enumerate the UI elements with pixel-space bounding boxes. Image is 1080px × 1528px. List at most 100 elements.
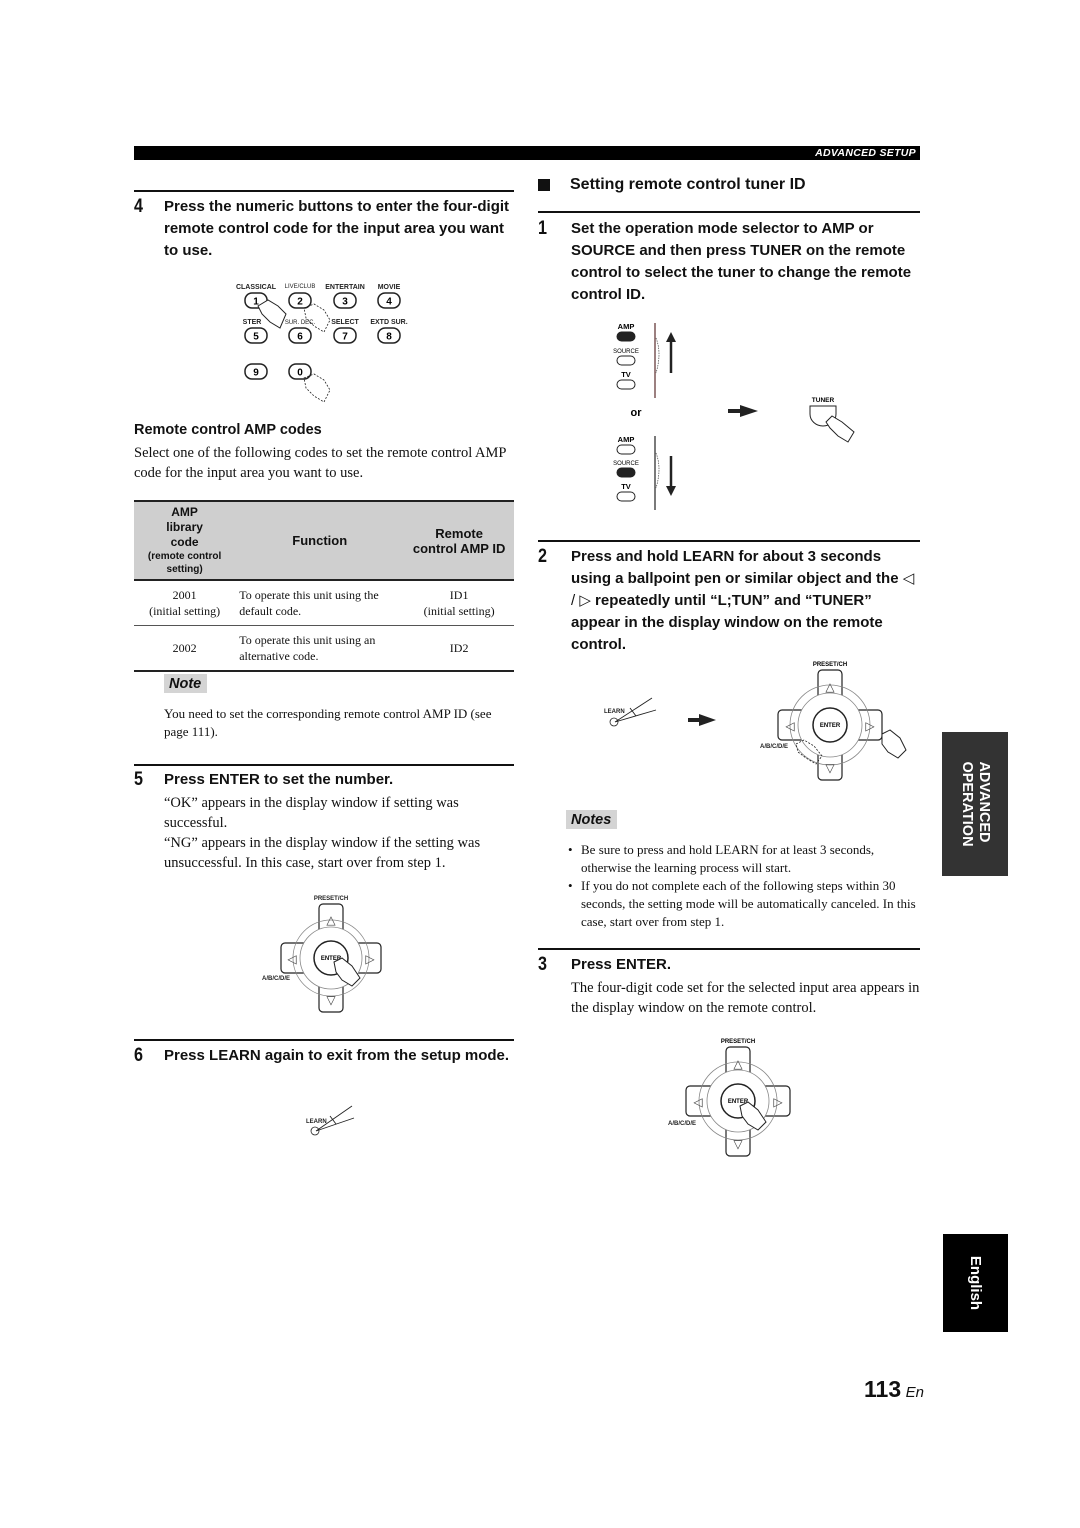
side-tab-advanced-operation-label: ADVANCED OPERATION — [959, 761, 992, 847]
notes-label: Notes — [566, 810, 618, 829]
section-header-bar: ADVANCED SETUP — [134, 146, 920, 160]
arrow-left-icon: ◁ — [693, 1095, 703, 1109]
preset-ch-label: PRESET/CH — [314, 896, 348, 902]
side-tab-advanced-operation[interactable]: ADVANCED OPERATION — [942, 732, 1008, 876]
svg-text:9: 9 — [253, 368, 259, 379]
arrow-right-icon — [728, 405, 758, 417]
page-number-value: 113 — [864, 1376, 902, 1402]
step-number: 5 — [134, 769, 143, 790]
hand-pointer-icon — [825, 415, 855, 443]
keypad-label: EXTD SUR. — [370, 319, 407, 326]
col-header-code-main: AMP library code — [166, 505, 203, 549]
step-text: Press ENTER to set the number. — [164, 771, 394, 788]
step-1: 1 Set the operation mode selector to AMP… — [538, 218, 920, 306]
svg-text:0: 0 — [297, 368, 303, 379]
note-badge: Note — [164, 674, 208, 693]
step-number: 3 — [538, 954, 547, 975]
arrow-right-icon — [688, 714, 716, 726]
arrow-right-icon: ▷ — [773, 1095, 783, 1109]
cell-function: To operate this unit using the default c… — [239, 588, 379, 618]
learn-label: LEARN — [306, 1119, 327, 1125]
page-number: 113 En — [864, 1376, 924, 1403]
enter-label: ENTER — [820, 723, 841, 729]
section-title: Setting remote control tuner ID — [538, 176, 806, 194]
step-4: 4 Press the numeric buttons to enter the… — [134, 196, 514, 262]
svg-text:3: 3 — [342, 297, 348, 308]
tuner-label: TUNER — [812, 397, 835, 404]
learn-then-arrows-diagram: LEARN PRESET/CH ENTER △ ▽ ◁ ▷ A/B/C/D/E — [604, 662, 907, 781]
key-6: 6 — [288, 327, 312, 344]
step-3: 3 Press ENTER. — [538, 954, 920, 976]
step-number: 2 — [538, 546, 547, 567]
note-item: • Be sure to press and hold LEARN for at … — [568, 842, 875, 875]
step-number: 1 — [538, 218, 547, 239]
arrow-up-icon — [666, 332, 676, 373]
divider — [538, 948, 920, 950]
selector-source-active — [616, 467, 636, 478]
selector-label-source: SOURCE — [613, 461, 639, 467]
selector-label-amp: AMP — [618, 322, 635, 331]
keypad-label: ENTERTAIN — [325, 284, 365, 291]
step-text: Press LEARN again to exit from the setup… — [164, 1047, 510, 1064]
step-2: 2 Press and hold LEARN for about 3 secon… — [538, 546, 920, 656]
selector-label-source: SOURCE — [613, 349, 639, 355]
arrow-down-icon: ▽ — [825, 761, 835, 775]
step-5-para-2: “NG” appears in the display window if th… — [164, 835, 481, 871]
step-text: Set the operation mode selector to AMP o… — [571, 220, 912, 303]
svg-text:6: 6 — [297, 332, 303, 343]
cell-id: ID1 (initial setting) — [423, 588, 495, 618]
divider — [134, 190, 514, 192]
divider — [134, 764, 514, 766]
arrow-down-icon: ▽ — [733, 1137, 743, 1151]
enter-pad-diagram: PRESET/CH ENTER △ ▽ ◁ ▷ A/B/C/D/E — [262, 896, 382, 1013]
key-8: 8 — [377, 327, 401, 344]
keypad-label: SELECT — [331, 319, 359, 326]
svg-text:4: 4 — [386, 297, 392, 308]
step-3-para: The four-digit code set for the selected… — [571, 980, 920, 1016]
amp-codes-table: AMP library code (remote control setting… — [134, 500, 514, 672]
svg-text:2: 2 — [297, 297, 303, 308]
learn-label: LEARN — [604, 709, 625, 715]
step-text: Press the numeric buttons to enter the f… — [164, 198, 510, 259]
side-tab-language[interactable]: English — [943, 1234, 1008, 1332]
notes-list: • Be sure to press and hold LEARN for at … — [568, 841, 920, 931]
page-number-suffix: En — [905, 1384, 924, 1401]
arrow-right-icon: ▷ — [365, 952, 375, 966]
col-header-function: Function — [235, 502, 405, 580]
arrow-left-icon: ◁ — [287, 952, 297, 966]
svg-text:7: 7 — [342, 332, 348, 343]
numeric-keypad-diagram: CLASSICAL LIVE/CLUB ENTERTAIN MOVIE STER… — [236, 284, 408, 403]
table-row: 2001 (initial setting) To operate this un… — [134, 580, 514, 626]
cell-function: To operate this unit using an alternativ… — [239, 633, 376, 663]
step-5-para-1: “OK” appears in the display window if se… — [164, 795, 459, 831]
svg-text:8: 8 — [386, 332, 392, 343]
arrow-left-icon: ◁ — [785, 719, 795, 733]
preset-ch-label: PRESET/CH — [813, 662, 847, 668]
cell-code: 2002 — [172, 641, 197, 655]
hand-pointer-dotted-icon — [303, 303, 331, 333]
selector-source — [616, 355, 636, 366]
side-tab-language-label: English — [967, 1255, 984, 1311]
arrow-up-icon: △ — [825, 680, 835, 694]
selector-label-tv: TV — [621, 482, 631, 491]
divider — [538, 211, 920, 213]
hand-pointer-icon — [881, 729, 907, 759]
amp-codes-intro: Select one of the following codes to set… — [134, 445, 506, 481]
enter-pad-diagram: PRESET/CH ENTER △ ▽ ◁ ▷ A/B/C/D/E — [668, 1039, 791, 1157]
arrow-down-icon: ▽ — [326, 993, 336, 1007]
divider — [134, 1039, 514, 1041]
arrow-right-icon: ▷ — [865, 719, 875, 733]
hand-pointer-icon — [257, 299, 287, 329]
key-9: 9 — [244, 363, 268, 380]
abcde-label: A/B/C/D/E — [262, 976, 290, 982]
col-header-id: Remote control AMP ID — [404, 502, 514, 580]
selector-tv — [616, 491, 636, 502]
selector-tv — [616, 379, 636, 390]
divider — [538, 540, 920, 542]
keypad-label: STER — [243, 319, 262, 326]
abcde-label: A/B/C/D/E — [668, 1121, 696, 1127]
section-title-text: Setting remote control tuner ID — [570, 176, 806, 193]
cell-code: 2001 (initial setting) — [149, 588, 221, 618]
arrow-up-icon: △ — [326, 913, 336, 927]
key-4: 4 — [377, 292, 401, 309]
